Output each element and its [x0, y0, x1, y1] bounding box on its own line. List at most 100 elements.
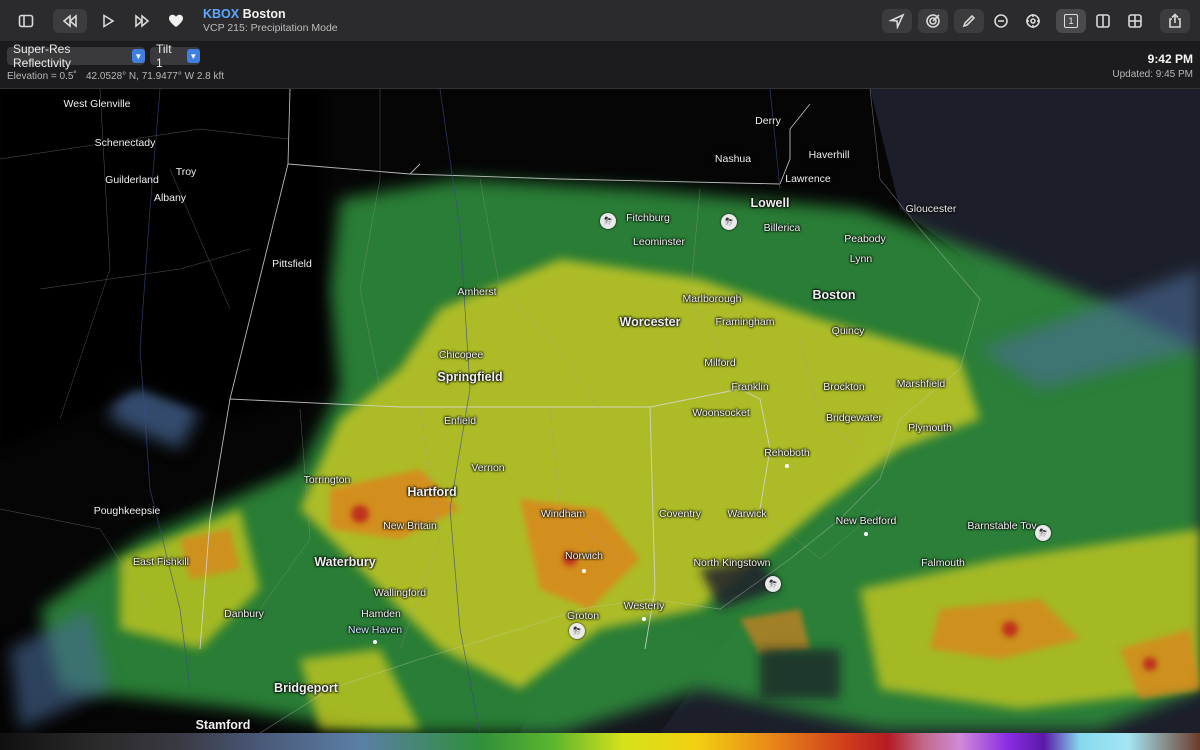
coordinate-readout: 42.0528° N, 71.9477° W 2.8 kft — [86, 71, 225, 82]
place-label-groton: Groton — [566, 610, 600, 622]
city-dot — [582, 569, 586, 573]
place-label-peabody: Peabody — [844, 233, 886, 245]
storm-marker-icon[interactable]: ⛈ — [600, 213, 616, 229]
single-pane-icon[interactable]: 1 — [1056, 8, 1086, 33]
heart-icon[interactable] — [161, 9, 191, 33]
radar-map[interactable]: West Glenville Schenectady Troy Guilderland… — [0, 89, 1200, 733]
minus-circle-icon[interactable] — [986, 9, 1016, 33]
place-label-lowell: Lowell — [750, 196, 790, 210]
storm-marker-icon[interactable]: ⛈ — [721, 214, 737, 230]
place-label-framingham: Framingham — [715, 316, 775, 328]
quad-pane-icon[interactable] — [1120, 9, 1150, 33]
city-dot — [642, 617, 646, 621]
place-label-danbury: Danbury — [224, 608, 264, 620]
crosshair-icon[interactable] — [1018, 9, 1048, 33]
share-icon[interactable] — [1160, 8, 1190, 33]
rewind-icon[interactable] — [53, 8, 87, 33]
city-dot — [373, 640, 377, 644]
target-icon[interactable] — [918, 8, 948, 33]
product-select[interactable]: Super-Res Reflectivity ▼ — [7, 42, 145, 70]
place-label-windham: Windham — [540, 508, 586, 520]
place-label-torrington: Torrington — [303, 474, 351, 486]
place-label-milford: Milford — [704, 357, 736, 369]
place-label-plymouth: Plymouth — [908, 422, 952, 434]
place-label-warwick: Warwick — [727, 508, 767, 520]
place-label-worcester: Worcester — [619, 315, 681, 329]
place-label-new-bedford: New Bedford — [835, 515, 897, 527]
storm-marker-icon[interactable]: ⛈ — [1035, 525, 1051, 541]
place-label-poughkeepsie: Poughkeepsie — [93, 505, 161, 517]
place-label-haverhill: Haverhill — [808, 149, 850, 161]
place-label-marlborough: Marlborough — [682, 293, 742, 305]
place-label-boston: Boston — [812, 288, 856, 302]
place-label-franklin: Franklin — [731, 381, 769, 393]
place-label-gloucester: Gloucester — [905, 203, 957, 215]
product-select-label: Super-Res Reflectivity — [13, 42, 72, 70]
place-label-stamford: Stamford — [195, 718, 251, 732]
place-label-quincy: Quincy — [831, 325, 865, 337]
place-label-troy: Troy — [175, 166, 197, 178]
place-label-rehoboth: Rehoboth — [764, 447, 810, 459]
radar-map-canvas — [0, 89, 1200, 733]
station-title: KBOX Boston — [203, 7, 338, 21]
place-label-coventry: Coventry — [658, 508, 702, 520]
place-label-amherst: Amherst — [457, 286, 497, 298]
place-label-lynn: Lynn — [849, 253, 873, 265]
place-label-fitchburg: Fitchburg — [626, 212, 670, 224]
place-label-billerica: Billerica — [763, 222, 801, 234]
fast-forward-icon[interactable] — [127, 9, 157, 33]
place-label-guilderland: Guilderland — [105, 174, 159, 186]
vcp-mode: VCP 215: Precipitation Mode — [203, 21, 338, 34]
tilt-select-label: Tilt 1 — [156, 42, 172, 70]
updated-time: Updated: 9:45 PM — [1112, 69, 1193, 80]
place-label-schenectady: Schenectady — [94, 137, 156, 149]
place-label-falmouth: Falmouth — [921, 557, 965, 569]
place-label-east-fishkill: East Fishkill — [132, 556, 190, 568]
place-label-woonsocket: Woonsocket — [692, 407, 750, 419]
place-label-pittsfield: Pittsfield — [272, 258, 312, 270]
place-label-barnstable-tov: Barnstable Tov — [967, 520, 1037, 532]
storm-marker-icon[interactable]: ⛈ — [765, 576, 781, 592]
top-toolbar: KBOX Boston VCP 215: Precipitation Mode … — [0, 0, 1200, 42]
scan-time: 9:42 PM — [1147, 52, 1193, 66]
place-label-westerly: Westerly — [623, 600, 665, 612]
place-label-hamden: Hamden — [361, 608, 401, 620]
place-label-north-kingstown: North Kingstown — [693, 557, 771, 569]
place-label-brockton: Brockton — [823, 381, 865, 393]
split-pane-icon[interactable] — [1088, 9, 1118, 33]
place-label-bridgewater: Bridgewater — [825, 412, 883, 424]
reflectivity-color-scale — [0, 733, 1200, 750]
city-dot — [864, 532, 868, 536]
place-label-albany: Albany — [153, 192, 187, 204]
place-label-leominster: Leominster — [633, 236, 685, 248]
place-label-hartford: Hartford — [407, 485, 457, 499]
place-label-springfield: Springfield — [437, 370, 503, 384]
sidebar-icon[interactable] — [11, 9, 41, 33]
place-label-lawrence: Lawrence — [785, 173, 831, 185]
place-label-new-haven: New Haven — [347, 624, 403, 636]
station-code: KBOX — [203, 7, 240, 22]
place-label-derry: Derry — [755, 115, 781, 127]
chevron-down-icon: ▼ — [131, 49, 145, 63]
pencil-icon[interactable] — [954, 8, 984, 33]
product-bar: Super-Res Reflectivity ▼ Tilt 1 ▼ Elevat… — [0, 42, 1200, 89]
place-label-nashua: Nashua — [714, 153, 752, 165]
station-name: Boston — [242, 7, 286, 22]
station-title-block: KBOX Boston VCP 215: Precipitation Mode — [203, 7, 338, 33]
place-label-chicopee: Chicopee — [438, 349, 484, 361]
place-label-wallingford: Wallingford — [373, 587, 427, 599]
location-icon[interactable] — [882, 8, 912, 33]
place-label-bridgeport: Bridgeport — [274, 681, 338, 695]
single-pane-label: 1 — [1064, 13, 1078, 28]
place-label-marshfield: Marshfield — [896, 378, 946, 390]
place-label-norwich: Norwich — [565, 550, 603, 562]
storm-marker-icon[interactable]: ⛈ — [569, 623, 585, 639]
tilt-select[interactable]: Tilt 1 ▼ — [150, 42, 200, 70]
place-label-enfield: Enfield — [443, 415, 477, 427]
play-icon[interactable] — [93, 9, 123, 33]
place-label-west-glenville: West Glenville — [63, 98, 131, 110]
place-label-vernon: Vernon — [471, 462, 505, 474]
chevron-down-icon: ▼ — [186, 49, 200, 63]
city-dot — [785, 464, 789, 468]
elevation-readout: Elevation = 0.5˚ — [7, 71, 77, 82]
